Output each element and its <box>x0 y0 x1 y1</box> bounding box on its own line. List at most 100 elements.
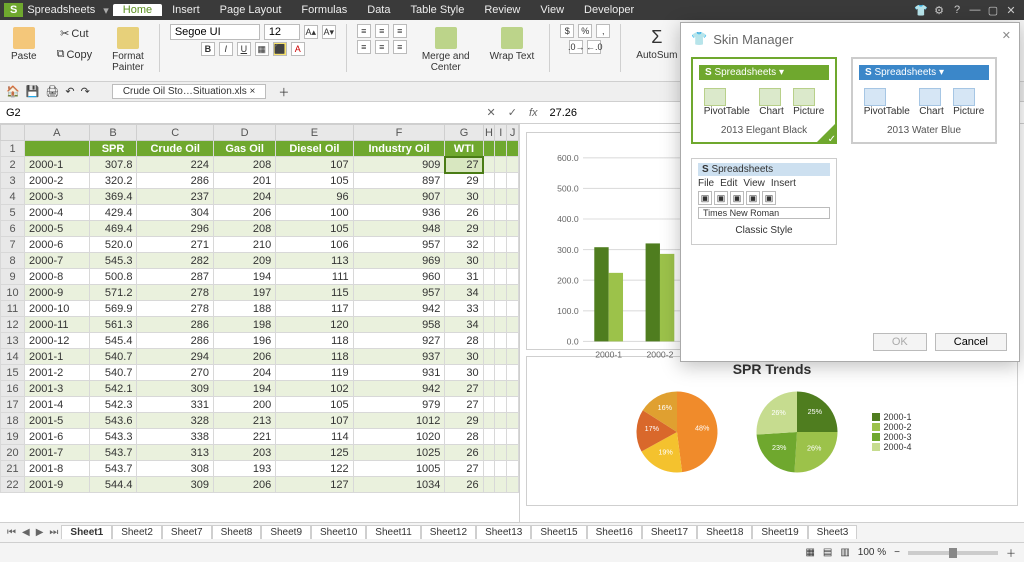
autosum-button[interactable]: Σ AutoSum <box>631 24 682 64</box>
cell[interactable]: 296 <box>137 221 214 237</box>
cell[interactable]: 206 <box>214 477 276 493</box>
cell[interactable]: 960 <box>353 269 445 285</box>
cell[interactable]: 282 <box>137 253 214 269</box>
cell[interactable]: 308 <box>137 461 214 477</box>
cell[interactable]: 127 <box>276 477 353 493</box>
view-normal-icon[interactable]: ▦ <box>805 547 814 558</box>
cell[interactable]: 909 <box>353 157 445 173</box>
cell[interactable]: 1034 <box>353 477 445 493</box>
cell[interactable]: 122 <box>276 461 353 477</box>
cell[interactable]: 198 <box>214 317 276 333</box>
cell[interactable]: 469.4 <box>89 221 137 237</box>
menu-tab-home[interactable]: Home <box>113 4 162 16</box>
sheet-tab[interactable]: Sheet19 <box>752 525 807 539</box>
cell[interactable]: 27 <box>445 397 483 413</box>
cell[interactable]: 200 <box>214 397 276 413</box>
cell[interactable]: 540.7 <box>89 349 137 365</box>
cell[interactable]: 948 <box>353 221 445 237</box>
cell[interactable]: 206 <box>214 349 276 365</box>
cell[interactable]: 237 <box>137 189 214 205</box>
cell[interactable]: 2000-7 <box>25 253 90 269</box>
zoom-slider[interactable] <box>908 551 998 555</box>
view-page-icon[interactable]: ▤ <box>823 547 832 558</box>
settings-icon[interactable]: ⚙ <box>930 4 948 17</box>
fx-icon[interactable]: fx <box>523 107 544 119</box>
cell[interactable]: 907 <box>353 189 445 205</box>
align-left-button[interactable]: ≡ <box>357 40 371 54</box>
cell[interactable]: 931 <box>353 365 445 381</box>
cell[interactable]: 27 <box>445 461 483 477</box>
cell[interactable]: 28 <box>445 429 483 445</box>
shrink-font-button[interactable]: A▾ <box>322 25 336 39</box>
qat-save-icon[interactable]: 💾 <box>26 85 40 98</box>
cell[interactable]: 2001-5 <box>25 413 90 429</box>
cell[interactable]: 30 <box>445 349 483 365</box>
cell[interactable]: 113 <box>276 253 353 269</box>
menu-tab-review[interactable]: Review <box>474 4 530 16</box>
row-header[interactable]: 9 <box>1 269 25 285</box>
cell[interactable]: 286 <box>137 173 214 189</box>
row-header[interactable]: 17 <box>1 397 25 413</box>
font-size-select[interactable] <box>264 24 300 40</box>
cell[interactable]: 309 <box>137 477 214 493</box>
cell[interactable]: 105 <box>276 173 353 189</box>
table-header-cell[interactable] <box>25 141 90 157</box>
cell[interactable]: 27 <box>445 157 483 173</box>
table-header-cell[interactable]: Crude Oil <box>137 141 214 157</box>
cell[interactable]: 278 <box>137 285 214 301</box>
cell[interactable]: 287 <box>137 269 214 285</box>
bold-button[interactable]: B <box>201 42 215 56</box>
row-header[interactable]: 16 <box>1 381 25 397</box>
sheet-tab[interactable]: Sheet17 <box>642 525 697 539</box>
cell[interactable]: 30 <box>445 189 483 205</box>
cell[interactable]: 338 <box>137 429 214 445</box>
cell[interactable]: 2001-7 <box>25 445 90 461</box>
underline-button[interactable]: U <box>237 42 251 56</box>
skin-ok-button[interactable]: OK <box>873 333 927 351</box>
cell[interactable]: 117 <box>276 301 353 317</box>
cell[interactable]: 120 <box>276 317 353 333</box>
cell[interactable]: 520.0 <box>89 237 137 253</box>
row-header[interactable]: 15 <box>1 365 25 381</box>
cell[interactable]: 543.6 <box>89 413 137 429</box>
cell[interactable]: 1020 <box>353 429 445 445</box>
sheet-tab[interactable]: Sheet1 <box>61 525 112 539</box>
table-header-cell[interactable]: SPR <box>89 141 137 157</box>
row-header[interactable]: 1 <box>1 141 25 157</box>
sheet-tab[interactable]: Sheet15 <box>531 525 586 539</box>
cell[interactable]: 286 <box>137 317 214 333</box>
align-bottom-button[interactable]: ≡ <box>393 24 407 38</box>
cell[interactable]: 102 <box>276 381 353 397</box>
table-header-cell[interactable]: WTI <box>445 141 483 157</box>
sheet-tab[interactable]: Sheet12 <box>421 525 476 539</box>
cell[interactable]: 206 <box>214 205 276 221</box>
cell[interactable]: 208 <box>214 221 276 237</box>
accept-formula-icon[interactable]: ✓ <box>502 106 523 119</box>
cell[interactable]: 331 <box>137 397 214 413</box>
qat-redo-icon[interactable]: ↷ <box>81 85 90 98</box>
cell[interactable]: 106 <box>276 237 353 253</box>
cell[interactable]: 936 <box>353 205 445 221</box>
cell[interactable]: 270 <box>137 365 214 381</box>
cell[interactable]: 271 <box>137 237 214 253</box>
document-tab[interactable]: Crude Oil Sto…Situation.xls × <box>112 84 267 99</box>
cell[interactable]: 2000-4 <box>25 205 90 221</box>
sheet-nav-first[interactable]: ⏮ <box>4 527 19 538</box>
cell[interactable]: 294 <box>137 349 214 365</box>
cell[interactable]: 942 <box>353 381 445 397</box>
cell[interactable]: 30 <box>445 365 483 381</box>
cell[interactable]: 569.9 <box>89 301 137 317</box>
increase-decimal-button[interactable]: .0→ <box>569 40 583 54</box>
cut-button[interactable]: ✂Cut <box>55 24 93 43</box>
qat-home-icon[interactable]: 🏠 <box>6 85 20 98</box>
align-center-button[interactable]: ≡ <box>375 40 389 54</box>
col-header[interactable]: A <box>25 125 90 141</box>
font-color-button[interactable]: A <box>291 42 305 56</box>
cell[interactable]: 543.7 <box>89 445 137 461</box>
merge-center-button[interactable]: Merge and Center <box>417 24 475 76</box>
sheet-nav-prev[interactable]: ◀ <box>19 527 33 538</box>
cell[interactable]: 1005 <box>353 461 445 477</box>
cell[interactable]: 309 <box>137 381 214 397</box>
cell[interactable]: 2001-4 <box>25 397 90 413</box>
align-top-button[interactable]: ≡ <box>357 24 371 38</box>
